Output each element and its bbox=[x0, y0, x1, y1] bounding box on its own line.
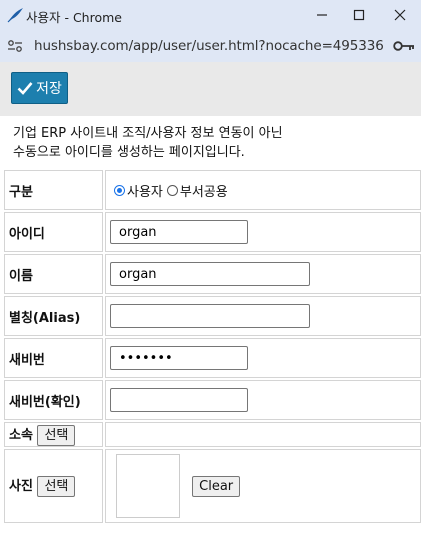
address-bar: hushsbay.com/app/user/user.html?nocache=… bbox=[0, 30, 421, 62]
password-confirm-input[interactable] bbox=[110, 388, 248, 412]
key-icon[interactable] bbox=[393, 40, 415, 52]
dept-select-button[interactable]: 선택 bbox=[37, 424, 76, 446]
maximize-icon bbox=[353, 9, 365, 21]
row-photo: 사진 선택 Clear bbox=[4, 449, 421, 523]
alias-label: 별칭(Alias) bbox=[4, 296, 103, 336]
check-icon bbox=[17, 82, 33, 95]
photo-select-button[interactable]: 선택 bbox=[37, 476, 76, 497]
dept-value-cell bbox=[105, 422, 421, 447]
row-alias: 별칭(Alias) bbox=[4, 296, 421, 336]
radio-dept-shared[interactable] bbox=[166, 184, 178, 196]
photo-preview bbox=[116, 454, 180, 518]
url-text[interactable]: hushsbay.com/app/user/user.html?nocache=… bbox=[34, 38, 384, 54]
feather-icon bbox=[7, 8, 23, 23]
password-cell bbox=[105, 338, 421, 378]
row-id: 아이디 bbox=[4, 212, 421, 252]
save-label: 저장 bbox=[36, 81, 62, 97]
close-icon bbox=[394, 9, 406, 21]
minimize-icon bbox=[317, 14, 327, 16]
row-name: 이름 bbox=[4, 254, 421, 294]
photo-cell-label: 사진 선택 bbox=[4, 449, 103, 523]
id-input[interactable] bbox=[110, 220, 248, 244]
notice-line-1: 기업 ERP 사이트내 조직/사용자 정보 연동이 아닌 bbox=[13, 126, 283, 141]
tune-icon[interactable] bbox=[7, 39, 23, 53]
id-cell bbox=[105, 212, 421, 252]
dept-label: 소속 bbox=[9, 427, 33, 443]
password-input[interactable] bbox=[110, 346, 248, 370]
row-password: 새비번 bbox=[4, 338, 421, 378]
name-cell bbox=[105, 254, 421, 294]
notice-text: 기업 ERP 사이트내 조직/사용자 정보 연동이 아닌 수동으로 아이디를 생… bbox=[13, 124, 283, 162]
alias-input[interactable] bbox=[110, 304, 310, 328]
alias-cell bbox=[105, 296, 421, 336]
photo-cell: Clear bbox=[105, 449, 421, 523]
maximize-button[interactable] bbox=[340, 0, 378, 30]
password-confirm-label: 새비번(확인) bbox=[4, 380, 103, 420]
minimize-button[interactable] bbox=[303, 0, 341, 30]
row-dept: 소속 선택 bbox=[4, 422, 421, 447]
type-options: 사용자 부서공용 bbox=[110, 181, 416, 200]
radio-user[interactable] bbox=[114, 184, 125, 196]
id-label: 아이디 bbox=[4, 212, 103, 252]
photo-label: 사진 bbox=[9, 479, 33, 494]
password-label: 새비번 bbox=[4, 338, 103, 378]
password-confirm-cell bbox=[105, 380, 421, 420]
close-button[interactable] bbox=[381, 0, 419, 30]
toolbar: 저장 bbox=[0, 62, 421, 116]
radio-dept-shared-label[interactable]: 부서공용 bbox=[180, 181, 228, 200]
row-type: 구분 사용자 부서공용 bbox=[4, 170, 421, 210]
row-password-confirm: 새비번(확인) bbox=[4, 380, 421, 420]
photo-clear-button[interactable]: Clear bbox=[192, 475, 241, 497]
window-title: 사용자 - Chrome bbox=[26, 10, 122, 25]
dept-cell-label: 소속 선택 bbox=[4, 422, 103, 447]
name-label: 이름 bbox=[4, 254, 103, 294]
notice-line-2: 수동으로 아이디를 생성하는 페이지입니다. bbox=[13, 145, 245, 160]
type-label: 구분 bbox=[4, 170, 103, 210]
title-bar: 사용자 - Chrome bbox=[0, 0, 421, 30]
user-form: 구분 사용자 부서공용 아이디 이름 별칭(Alias) 새비번 bbox=[2, 168, 421, 525]
radio-user-label[interactable]: 사용자 bbox=[127, 181, 163, 200]
type-cell: 사용자 부서공용 bbox=[105, 170, 421, 210]
save-button[interactable]: 저장 bbox=[11, 72, 68, 104]
name-input[interactable] bbox=[110, 262, 310, 286]
